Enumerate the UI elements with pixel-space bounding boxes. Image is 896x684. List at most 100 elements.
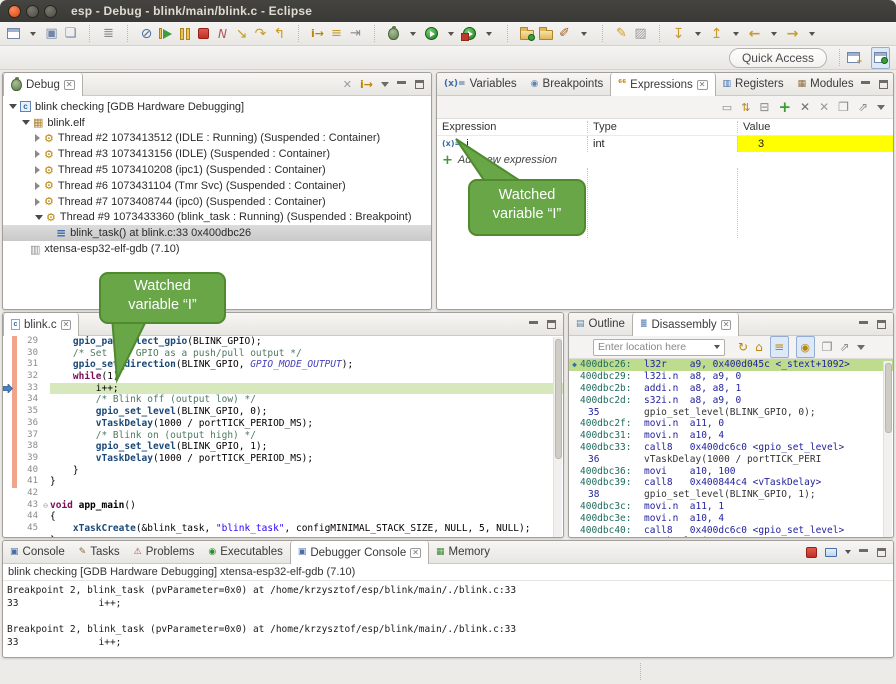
external-tools-dropdown-icon[interactable]	[486, 32, 492, 36]
forward-dropdown-icon[interactable]	[809, 32, 815, 36]
show-execution-icon[interactable]: ≡	[331, 27, 342, 40]
code-line[interactable]: 33 i++;	[3, 383, 563, 395]
console-dropdown-icon[interactable]	[845, 550, 851, 554]
last-edit-dropdown-icon[interactable]	[695, 32, 701, 36]
collapse-all-icon[interactable]: ⊟	[759, 101, 769, 113]
tab-modules[interactable]: ▦Modules	[791, 73, 861, 95]
disassembly-line[interactable]: vTaskDelay(1000 / portTICK_PERI	[569, 536, 893, 538]
editor-gutter[interactable]	[3, 336, 12, 348]
window-maximize-button[interactable]	[44, 5, 57, 18]
go-to-last-edit-dropdown-icon[interactable]	[733, 32, 739, 36]
code-text[interactable]: /* Blink off (output low) */	[50, 394, 563, 406]
terminate-icon[interactable]	[806, 547, 817, 558]
minimize-icon[interactable]	[529, 320, 539, 329]
tab-console[interactable]: ▣Console	[3, 541, 72, 563]
code-text[interactable]: /* Blink on (output high) */	[50, 430, 563, 442]
disassembly-line[interactable]: ◆400dbc26:l32r a9, 0x400d045c <_stext+10…	[569, 359, 893, 371]
line-number[interactable]: 41	[17, 476, 41, 488]
line-number[interactable]: 43	[17, 500, 41, 512]
new-view-icon[interactable]: ❐	[822, 341, 833, 353]
code-text[interactable]: }	[50, 535, 563, 538]
step-filters-icon[interactable]: ⇥	[350, 27, 361, 40]
line-number[interactable]: 42	[17, 488, 41, 500]
column-expression[interactable]: Expression	[437, 121, 587, 133]
line-number[interactable]: 37	[17, 430, 41, 442]
cache-icon[interactable]: ▨	[634, 27, 646, 40]
tree-item[interactable]: ⚙Thread #6 1073431104 (Tmr Svc) (Suspend…	[3, 178, 431, 194]
home-icon[interactable]: ⌂	[755, 341, 763, 353]
editor-gutter[interactable]	[3, 394, 12, 406]
disassembly-line[interactable]: 400dbc2d:s32i.n a8, a9, 0	[569, 394, 893, 406]
code-text[interactable]: gpio_pad_select_gpio(BLINK_GPIO);	[50, 336, 563, 348]
tree-item[interactable]: ▥xtensa-esp32-elf-gdb (7.10)	[3, 241, 431, 257]
remove-all-expressions-icon[interactable]: ✕	[819, 101, 829, 113]
code-line[interactable]: 41}	[3, 476, 563, 488]
line-number[interactable]: 30	[17, 348, 41, 360]
editor-gutter[interactable]	[3, 430, 12, 442]
new-wizard-icon[interactable]	[7, 28, 20, 39]
code-text[interactable]: i++;	[50, 383, 563, 395]
disassembly-line[interactable]: 400dbc3c:movi.n a11, 1	[569, 501, 893, 513]
new-view-icon[interactable]: ❐	[838, 101, 849, 113]
forward-icon[interactable]: →	[787, 27, 799, 41]
line-number[interactable]: 36	[17, 418, 41, 430]
terminate-icon[interactable]	[198, 28, 209, 39]
location-input[interactable]: Enter location here	[593, 339, 725, 356]
column-value[interactable]: Value	[737, 121, 893, 133]
code-text[interactable]: while(1)	[50, 371, 563, 383]
remove-expression-icon[interactable]: ✕	[800, 101, 810, 113]
detach-icon[interactable]: ⇗	[839, 341, 849, 353]
editor-gutter[interactable]	[3, 371, 12, 383]
open-element-dropdown-icon[interactable]	[581, 32, 587, 36]
code-text[interactable]: }	[50, 476, 563, 488]
code-line[interactable]: 42	[3, 488, 563, 500]
code-text[interactable]: gpio_set_level(BLINK_GPIO, 1);	[50, 441, 563, 453]
skip-breakpoints-icon[interactable]: ⊘	[141, 27, 153, 41]
minimize-icon[interactable]	[859, 320, 869, 329]
tree-item[interactable]: ⚙Thread #7 1073408744 (ipc0) (Suspended …	[3, 194, 431, 210]
code-line[interactable]: 37 /* Blink on (output high) */	[3, 430, 563, 442]
tab-close-icon[interactable]: ✕	[410, 548, 421, 558]
editor-scrollbar[interactable]	[553, 337, 562, 538]
track-expression-toggle-icon[interactable]: ◉	[800, 342, 810, 353]
window-minimize-button[interactable]	[26, 5, 39, 18]
tab-close-icon[interactable]: ✕	[61, 320, 72, 330]
external-tools-icon[interactable]	[463, 27, 476, 40]
view-menu-icon[interactable]	[877, 105, 885, 110]
last-edit-location-icon[interactable]: ↧	[673, 27, 685, 41]
minimize-icon[interactable]	[397, 80, 407, 89]
tree-item[interactable]: ▦blink.elf	[3, 115, 431, 131]
tree-item[interactable]: ≡blink_task() at blink.c:33 0x400dbc26	[3, 225, 431, 241]
code-line[interactable]: 29 gpio_pad_select_gpio(BLINK_GPIO);	[3, 336, 563, 348]
code-text[interactable]: xTaskCreate(&blink_task, "blink_task", c…	[50, 523, 563, 535]
remove-all-terminated-icon[interactable]: ✕	[343, 79, 352, 90]
location-dropdown-icon[interactable]	[714, 345, 720, 349]
disassembly-line[interactable]: 400dbc39:call8 0x400844c4 <vTaskDelay>	[569, 477, 893, 489]
maximize-icon[interactable]	[415, 80, 424, 89]
minimize-icon[interactable]	[861, 80, 871, 89]
editor-gutter[interactable]	[3, 511, 12, 523]
tree-item[interactable]: ⚙Thread #2 1073413512 (IDLE : Running) (…	[3, 131, 431, 147]
line-number[interactable]: 44	[17, 511, 41, 523]
instruction-stepping-mode-icon[interactable]: i→	[360, 79, 373, 90]
code-line[interactable]: 35 gpio_set_level(BLINK_GPIO, 0);	[3, 406, 563, 418]
line-number[interactable]: 32	[17, 371, 41, 383]
editor-gutter[interactable]	[3, 359, 12, 371]
line-number[interactable]: 29	[17, 336, 41, 348]
view-menu-icon[interactable]	[857, 345, 865, 350]
code-text[interactable]: vTaskDelay(1000 / portTICK_PERIOD_MS);	[50, 453, 563, 465]
line-number[interactable]: 38	[17, 441, 41, 453]
code-line[interactable]: 38 gpio_set_level(BLINK_GPIO, 1);	[3, 441, 563, 453]
tab-memory[interactable]: ▦Memory	[429, 541, 497, 563]
refresh-icon[interactable]: ↻	[738, 341, 748, 353]
add-expression-icon[interactable]: +	[778, 100, 791, 115]
tree-item[interactable]: cblink checking [GDB Hardware Debugging]	[3, 99, 431, 115]
disassembly-line[interactable]: 400dbc3e:movi.n a10, 4	[569, 512, 893, 524]
editor-gutter[interactable]	[3, 476, 12, 488]
code-line[interactable]: }	[3, 535, 563, 538]
tree-expander-icon[interactable]	[35, 150, 40, 158]
instruction-stepping-icon[interactable]: i→	[311, 28, 324, 39]
fold-marker[interactable]: ⊖	[41, 500, 50, 512]
code-text[interactable]: }	[50, 465, 563, 477]
editor-gutter[interactable]	[3, 383, 12, 395]
